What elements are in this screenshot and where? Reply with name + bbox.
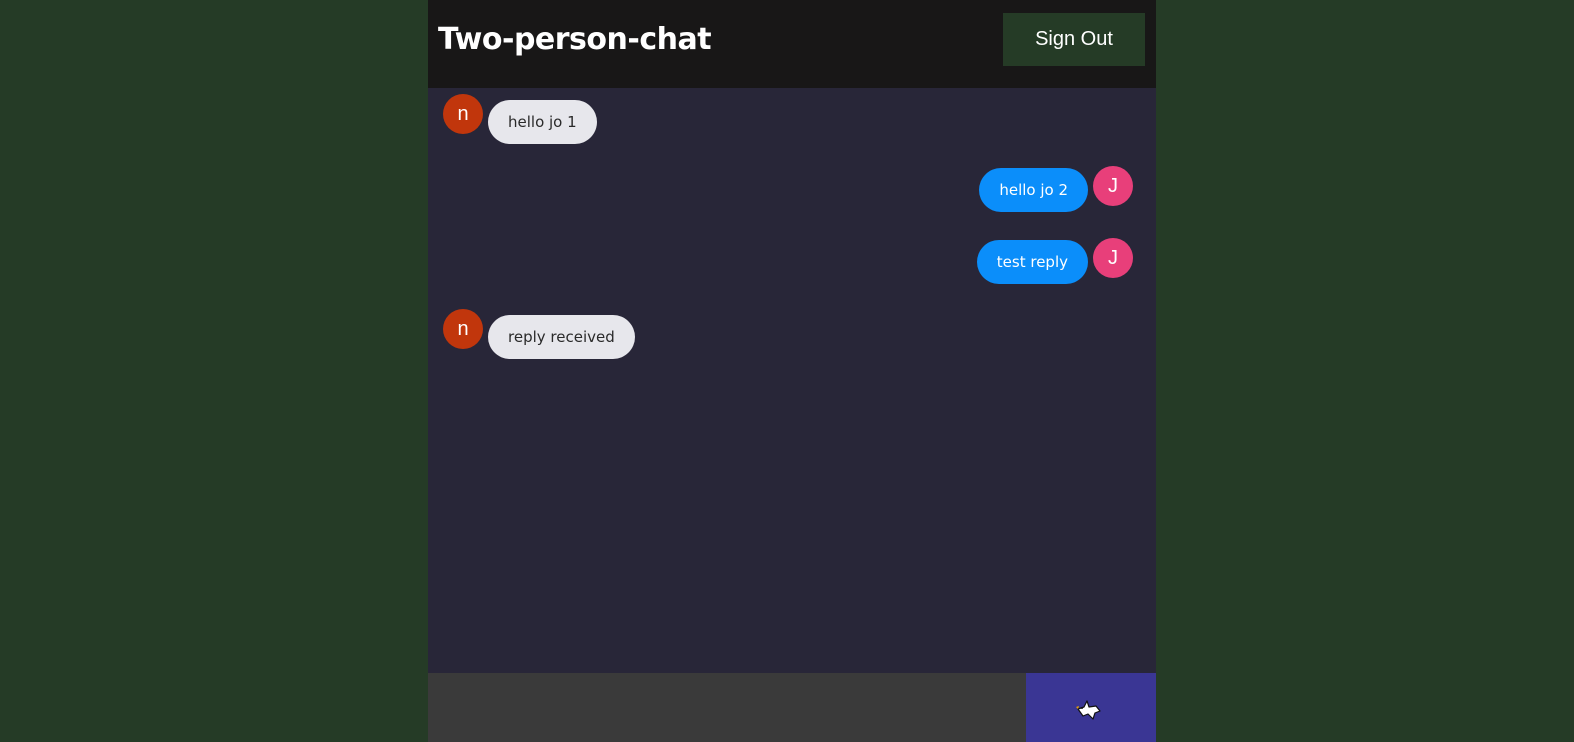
page-title: Two-person-chat xyxy=(438,22,712,57)
sign-out-button[interactable]: Sign Out xyxy=(1003,13,1145,66)
chat-app: Two-person-chat Sign Out n hello jo 1 J … xyxy=(428,0,1156,742)
message-bubble: reply received xyxy=(488,315,635,359)
header: Two-person-chat Sign Out xyxy=(428,0,1156,88)
message-bubble: test reply xyxy=(976,240,1088,284)
message-input[interactable] xyxy=(428,673,1026,742)
dove-icon xyxy=(1076,700,1101,720)
avatar: n xyxy=(443,309,483,349)
message-bubble: hello jo 2 xyxy=(979,168,1088,212)
message-item: J hello jo 2 xyxy=(979,166,1133,212)
message-item: n reply received xyxy=(443,309,635,359)
message-list: n hello jo 1 J hello jo 2 J test reply n… xyxy=(428,88,1154,673)
avatar: J xyxy=(1093,166,1133,206)
composer xyxy=(428,673,1156,742)
avatar: J xyxy=(1093,238,1133,278)
message-bubble: hello jo 1 xyxy=(488,100,597,144)
message-item: J test reply xyxy=(976,238,1133,284)
send-button[interactable] xyxy=(1026,673,1156,742)
message-item: n hello jo 1 xyxy=(443,94,597,144)
avatar: n xyxy=(443,94,483,134)
